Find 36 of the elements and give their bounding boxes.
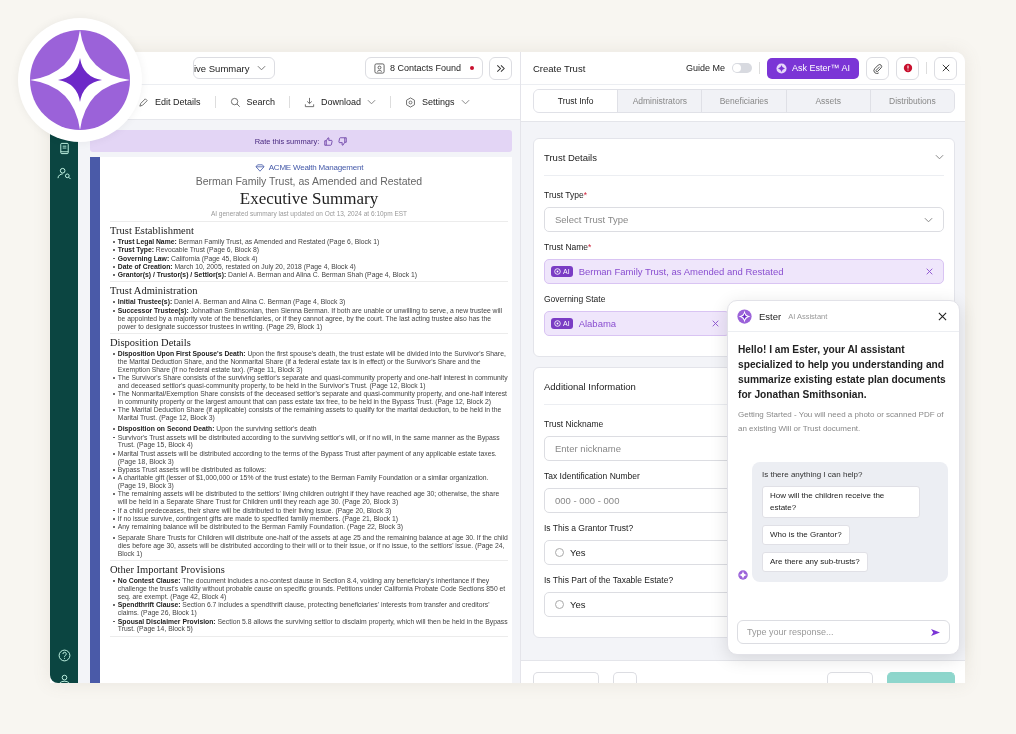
document-subtitle: Berman Family Trust, as Amended and Restated <box>194 175 424 187</box>
section-heading: Trust Establishment <box>110 225 195 236</box>
select-field[interactable]: Select Trust Type <box>544 207 944 232</box>
required-mark: * <box>583 190 587 200</box>
download-button[interactable]: Download <box>304 96 377 108</box>
view-dropdown[interactable]: ive Summary <box>193 57 276 79</box>
settings-button[interactable]: Settings <box>405 96 470 108</box>
chat-input[interactable]: Type your response... <box>737 620 950 644</box>
panel-title: Create Trust <box>533 62 586 74</box>
edit-button[interactable]: Edit Details <box>138 96 201 108</box>
company-name: ACME Wealth Management <box>268 163 364 172</box>
required-mark: * <box>588 242 592 252</box>
suggestion-chip[interactable]: How will the children receive the estate? <box>762 486 920 518</box>
section-heading: Disposition Details <box>110 336 192 348</box>
greeting-message: Hello! I am Ester, your AI assistant specialized to help you understanding and summarize existing estate plan documents for Jonathan Smithsonian. <box>738 343 947 402</box>
section-heading: Other Important Provisions <box>110 564 226 576</box>
card-title: Additional Information <box>544 380 636 392</box>
suggestion-chip[interactable]: Are there any sub-trusts? <box>762 552 868 572</box>
contacts-button[interactable]: 8 Contacts Found <box>364 57 483 79</box>
hint-text: Getting Started - You will need a photo or scanned PDF of an existing Will or Trust document. <box>738 409 945 435</box>
field-label: Tax Identification Number <box>544 471 640 481</box>
assistant-name: Ester <box>759 310 782 322</box>
search-button[interactable]: Search <box>229 96 276 108</box>
field-label: Trust Type <box>544 190 584 200</box>
card-title: Trust Details <box>544 151 597 163</box>
field-label: Is This Part of the Taxable Estate? <box>544 575 674 585</box>
field-label: Trust Nickname <box>544 419 604 429</box>
toggle-label: Guide Me <box>685 63 725 73</box>
field-label: Governing State <box>544 294 606 304</box>
bubble-prompt: Is there anything I can help? <box>762 470 863 479</box>
ask-ai-button[interactable]: Ask Ester™ AI <box>766 57 859 79</box>
field-label: Is This a Grantor Trust? <box>544 523 634 533</box>
document-title: Executive Summary <box>238 189 380 209</box>
suggestion-chip[interactable]: Who is the Grantor? <box>762 525 850 545</box>
tab[interactable]: Trust Info <box>534 90 618 112</box>
section-heading: Trust Administration <box>110 285 199 297</box>
